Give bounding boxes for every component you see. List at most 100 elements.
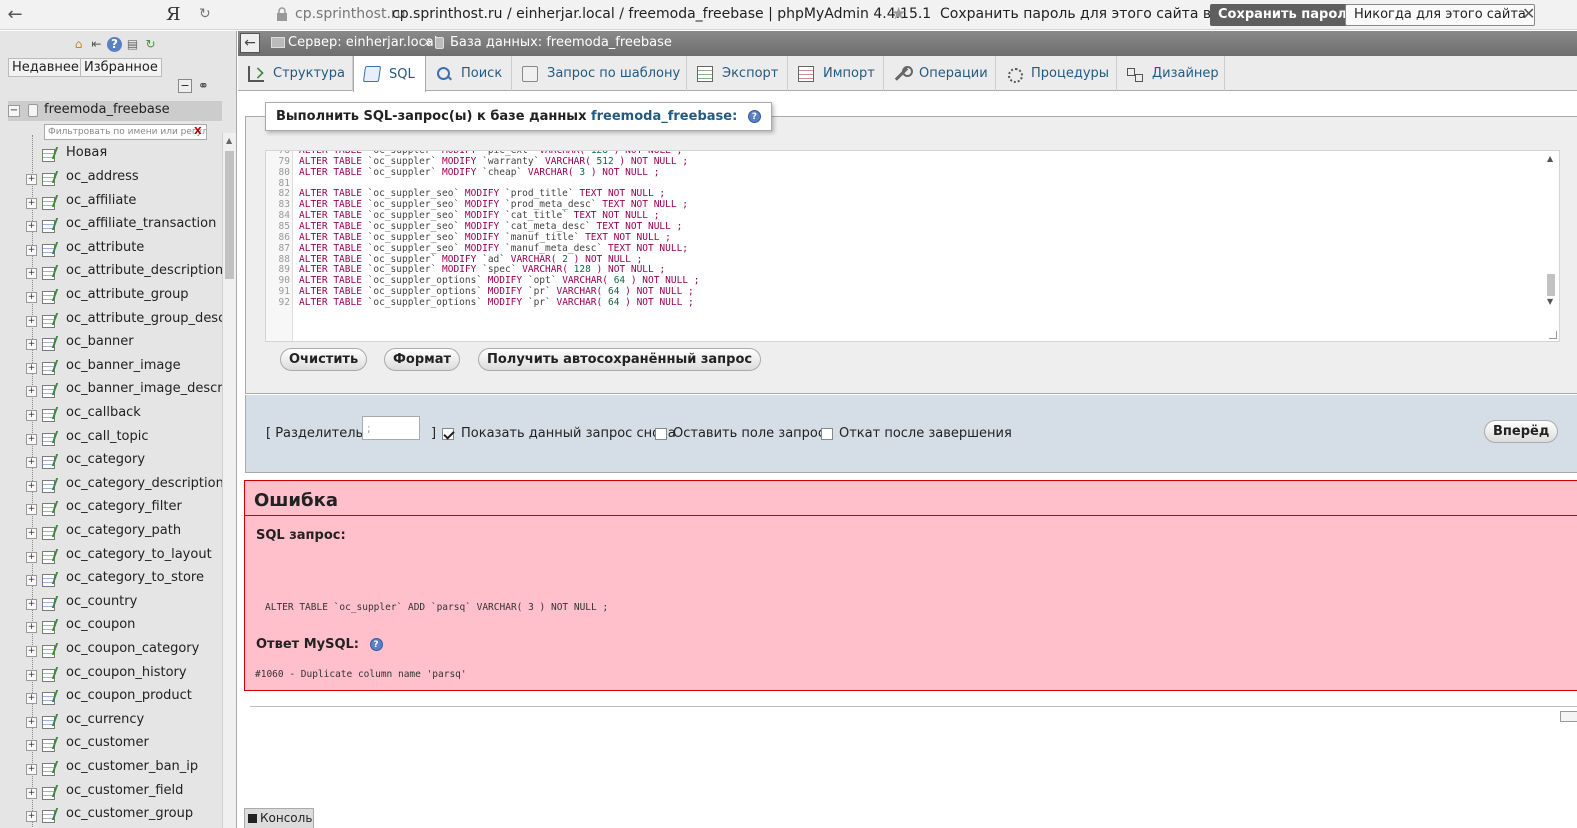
table-name[interactable]: oc_attribute_group_descrip — [66, 311, 222, 326]
table-name[interactable]: oc_attribute_group — [66, 287, 189, 302]
tab-query[interactable]: Запрос по шаблону — [512, 56, 687, 91]
home-icon[interactable]: ⌂ — [71, 37, 86, 52]
expand-icon[interactable]: + — [26, 386, 37, 398]
table-name[interactable]: oc_currency — [66, 712, 144, 727]
table-icon[interactable] — [42, 360, 56, 375]
table-icon[interactable] — [42, 195, 56, 210]
table-item[interactable]: + oc_attribute_description — [26, 262, 222, 282]
table-name[interactable]: oc_coupon_category — [66, 641, 199, 656]
table-icon[interactable] — [42, 643, 56, 658]
favorite-tables-button[interactable]: Избранное — [80, 58, 162, 77]
bookmark-star-icon[interactable]: ★ — [891, 4, 906, 24]
tab-designer[interactable]: Дизайнер — [1117, 56, 1225, 91]
table-item[interactable]: + oc_coupon_product — [26, 687, 222, 707]
table-icon[interactable] — [42, 218, 56, 234]
tab-sql[interactable]: SQL — [353, 56, 426, 92]
show-query-label[interactable]: Показать данный запрос снова — [461, 426, 676, 441]
table-item[interactable]: + oc_banner_image — [26, 357, 222, 377]
table-name[interactable]: oc_customer_field — [66, 783, 183, 798]
table-name[interactable]: oc_affiliate_transaction — [66, 216, 216, 231]
breadcrumb-server[interactable]: Сервер: einherjar.local — [288, 35, 437, 50]
table-item[interactable]: + oc_coupon_category — [26, 640, 222, 660]
table-item[interactable]: + oc_customer_group — [26, 805, 222, 825]
expand-icon[interactable]: + — [26, 480, 37, 492]
go-button[interactable]: Вперёд — [1484, 420, 1559, 443]
expand-icon[interactable]: + — [26, 174, 37, 185]
expand-icon[interactable]: + — [26, 575, 37, 587]
table-icon[interactable] — [42, 737, 56, 753]
tab-operations[interactable]: Операции — [884, 56, 996, 91]
show-query-checkbox[interactable] — [442, 428, 454, 440]
table-icon[interactable] — [42, 313, 56, 328]
get-autosaved-query-button[interactable]: Получить автосохранённый запрос — [478, 348, 762, 371]
table-icon[interactable] — [42, 242, 56, 257]
table-icon[interactable] — [42, 690, 56, 706]
table-icon[interactable] — [42, 478, 56, 493]
expand-icon[interactable]: + — [26, 740, 37, 752]
scrollbar-thumb[interactable] — [225, 151, 234, 279]
expand-icon[interactable]: + — [26, 528, 37, 539]
table-icon[interactable] — [42, 171, 56, 186]
table-item[interactable]: + oc_attribute — [26, 239, 222, 259]
back-icon[interactable]: ← — [2, 4, 28, 25]
table-icon[interactable] — [42, 431, 56, 446]
table-item[interactable]: + oc_coupon — [26, 616, 222, 636]
expand-icon[interactable]: + — [26, 716, 37, 728]
table-icon[interactable] — [42, 572, 56, 588]
table-item[interactable]: + oc_category_path — [26, 522, 222, 542]
table-filter-input[interactable]: Фильтровать по имени или регул — [44, 124, 207, 140]
table-name[interactable]: oc_country — [66, 594, 137, 609]
format-button[interactable]: Формат — [384, 348, 461, 371]
expand-icon[interactable]: + — [26, 787, 37, 799]
table-name[interactable]: oc_customer — [66, 735, 149, 750]
expand-icon[interactable]: + — [26, 622, 37, 634]
table-item[interactable]: + oc_callback — [26, 404, 222, 424]
expand-icon[interactable]: + — [26, 221, 37, 233]
tab-search[interactable]: Поиск — [426, 56, 512, 91]
table-name[interactable]: oc_banner_image_descript — [66, 381, 222, 396]
table-name[interactable]: oc_callback — [66, 405, 141, 420]
reload-icon[interactable]: ↻ — [199, 6, 211, 22]
never-save-button[interactable]: Никогда для этого сайта — [1345, 4, 1535, 26]
exit-icon[interactable]: ⇤ — [89, 37, 104, 52]
database-name[interactable]: freemoda_freebase — [44, 102, 170, 117]
table-icon[interactable] — [42, 549, 56, 564]
table-item[interactable]: + oc_country — [26, 593, 222, 613]
expand-icon[interactable]: + — [26, 504, 37, 516]
sql-editor[interactable]: 78 ALTER TABLE `oc_suppler` MODIFY `pic_e… — [265, 150, 1560, 342]
collapse-all-icon[interactable]: − — [178, 79, 192, 93]
scrollbar-thumb[interactable] — [1547, 274, 1555, 296]
expand-icon[interactable]: + — [26, 646, 37, 657]
help-icon[interactable]: ? — [369, 638, 383, 651]
table-icon[interactable] — [42, 525, 56, 540]
yandex-logo[interactable]: Я — [166, 4, 181, 25]
expand-icon[interactable]: + — [26, 410, 37, 421]
console-toggle-button[interactable]: Консоль — [244, 808, 314, 828]
scroll-down-icon[interactable]: ▼ — [1547, 297, 1553, 306]
retain-query-checkbox[interactable] — [655, 428, 667, 440]
table-icon[interactable] — [42, 761, 56, 776]
table-item[interactable]: + oc_address — [26, 168, 222, 188]
clear-button[interactable]: Очистить — [280, 348, 368, 371]
delimiter-input[interactable] — [362, 416, 420, 440]
scroll-up-icon[interactable]: ▲ — [1547, 154, 1553, 163]
expand-icon[interactable]: + — [26, 764, 37, 775]
table-name[interactable]: oc_address — [66, 169, 139, 184]
scroll-up-icon[interactable]: ▲ — [226, 136, 232, 145]
expand-icon[interactable]: + — [26, 315, 37, 327]
table-item[interactable]: + oc_attribute_group — [26, 286, 222, 306]
expand-icon[interactable]: + — [26, 669, 37, 681]
table-item[interactable]: + oc_customer_field — [26, 782, 222, 802]
retain-query-label[interactable]: Оставить поле запроса — [673, 426, 833, 441]
table-item[interactable]: + oc_category_to_store — [26, 569, 222, 589]
tab-routines[interactable]: Процедуры — [996, 56, 1117, 91]
table-name[interactable]: oc_attribute_description — [66, 263, 222, 278]
table-item[interactable]: + oc_customer_ban_ip — [26, 758, 222, 778]
table-item[interactable]: + oc_affiliate_transaction — [26, 215, 222, 235]
expand-icon[interactable]: + — [26, 551, 37, 563]
table-icon[interactable] — [42, 407, 56, 422]
expand-icon[interactable]: + — [26, 433, 37, 445]
table-icon[interactable] — [42, 289, 56, 304]
table-item[interactable]: + oc_currency — [26, 711, 222, 731]
table-item[interactable]: + oc_category_to_layout — [26, 546, 222, 566]
